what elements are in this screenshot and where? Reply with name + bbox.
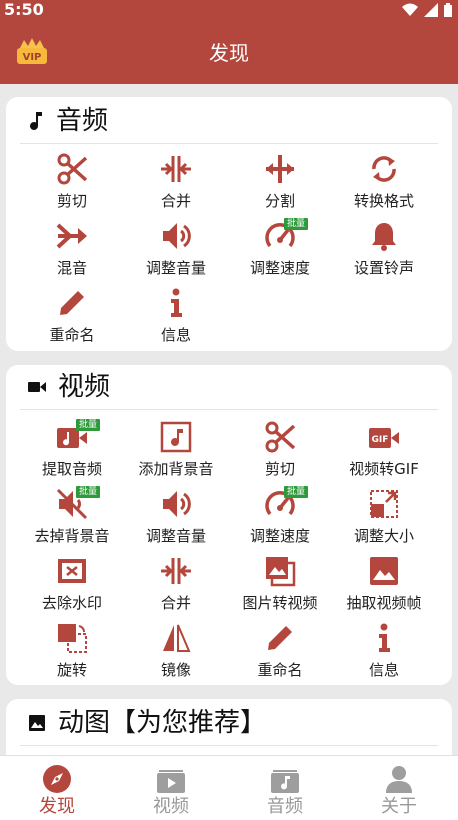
- svg-text:GIF: GIF: [372, 435, 389, 445]
- status-bar: 5:50: [0, 0, 458, 22]
- mirror-icon: [163, 624, 191, 652]
- app-bar: VIP 发现: [0, 22, 458, 84]
- battery-icon: [444, 3, 452, 17]
- remove-bg-music-button[interactable]: 批量 去掉背景音: [20, 486, 124, 550]
- gif-card-header: 动图【为您推荐】: [28, 707, 266, 739]
- resize-icon: [370, 490, 398, 518]
- info-icon: [379, 623, 390, 652]
- audio-folder-icon: [271, 770, 299, 793]
- audio-card: 音频 剪切 合并 分割 转换格式 混音 调整音量 批量 调整速度 设置铃声 重命…: [6, 97, 452, 351]
- person-icon: [386, 766, 412, 793]
- info-icon: [171, 288, 182, 317]
- bell-icon: [372, 223, 396, 251]
- audio-mix-button[interactable]: 混音: [20, 220, 124, 282]
- rotate-button[interactable]: 旋转: [20, 622, 124, 684]
- audio-ringtone-button[interactable]: 设置铃声: [332, 220, 436, 282]
- volume-icon: [163, 491, 191, 517]
- nav-about[interactable]: 关于: [342, 756, 456, 820]
- video-card-header: 视频: [28, 371, 110, 403]
- pencil-icon: [268, 626, 292, 650]
- watermark-icon: [58, 559, 86, 583]
- add-music-icon: [160, 421, 192, 453]
- audio-info-button[interactable]: 信息: [124, 287, 228, 349]
- gif-section-title: 动图【为您推荐】: [58, 708, 267, 738]
- divider: [20, 409, 438, 410]
- photos-to-video-button[interactable]: 图片转视频: [228, 555, 332, 617]
- audio-split-button[interactable]: 分割: [228, 153, 332, 215]
- video-rename-button[interactable]: 重命名: [228, 622, 332, 684]
- video-section-title: 视频: [58, 372, 111, 402]
- audio-rename-button[interactable]: 重命名: [20, 287, 124, 349]
- audio-volume-button[interactable]: 调整音量: [124, 220, 228, 282]
- image-icon: [29, 715, 45, 731]
- audio-convert-button[interactable]: 转换格式: [332, 153, 436, 215]
- mirror-button[interactable]: 镜像: [124, 622, 228, 684]
- page-title: 发现: [209, 41, 249, 65]
- batch-badge: 批量: [284, 486, 309, 498]
- batch-badge: 批量: [284, 218, 309, 230]
- video-merge-button[interactable]: 合并: [124, 555, 228, 617]
- music-note-icon: [30, 112, 42, 130]
- video-speed-button[interactable]: 批量 调整速度: [228, 486, 332, 550]
- photos-icon: [266, 557, 296, 587]
- divider: [20, 143, 438, 144]
- resize-button[interactable]: 调整大小: [332, 488, 436, 550]
- bottom-nav: 发现 视频 音频 关于: [0, 755, 458, 820]
- convert-icon: [372, 156, 396, 182]
- scissors-icon: [57, 153, 88, 185]
- split-icon: [266, 155, 294, 183]
- merge-icon: [161, 156, 191, 182]
- nav-discover[interactable]: 发现: [0, 756, 114, 820]
- video-card: 视频 批量 提取音频 添加背景音 剪切 GIF 视频转GIF 批量 去掉背景音 …: [6, 365, 452, 685]
- image-icon: [370, 557, 398, 585]
- signal-icon: [424, 3, 438, 17]
- status-time: 5:50: [4, 0, 44, 19]
- video-info-button[interactable]: 信息: [332, 622, 436, 684]
- batch-badge: 批量: [76, 419, 101, 431]
- video-to-gif-button[interactable]: GIF 视频转GIF: [332, 421, 436, 483]
- divider: [20, 745, 438, 746]
- extract-frames-button[interactable]: 抽取视频帧: [332, 555, 436, 617]
- video-folder-icon: [157, 770, 185, 793]
- rotate-icon: [58, 624, 87, 653]
- wifi-icon: [402, 3, 418, 16]
- audio-card-header: 音频: [28, 105, 108, 137]
- scissors-icon: [265, 421, 296, 453]
- compass-icon: [43, 765, 71, 793]
- video-volume-button[interactable]: 调整音量: [124, 488, 228, 550]
- audio-merge-button[interactable]: 合并: [124, 153, 228, 215]
- extract-audio-button[interactable]: 批量 提取音频: [20, 419, 124, 483]
- video-cut-button[interactable]: 剪切: [228, 421, 332, 483]
- add-music-button[interactable]: 添加背景音: [124, 421, 228, 483]
- audio-speed-button[interactable]: 批量 调整速度: [228, 218, 332, 282]
- pencil-icon: [60, 291, 84, 315]
- merge-icon: [161, 558, 191, 584]
- video-camera-icon: [28, 382, 46, 392]
- remove-watermark-button[interactable]: 去除水印: [20, 555, 124, 617]
- nav-video[interactable]: 视频: [114, 756, 228, 820]
- batch-badge: 批量: [76, 486, 101, 498]
- nav-audio[interactable]: 音频: [228, 756, 342, 820]
- audio-section-title: 音频: [56, 106, 109, 136]
- volume-icon: [163, 223, 191, 249]
- audio-cut-button[interactable]: 剪切: [20, 153, 124, 215]
- mix-icon: [56, 223, 87, 249]
- gif-icon: GIF: [369, 428, 399, 448]
